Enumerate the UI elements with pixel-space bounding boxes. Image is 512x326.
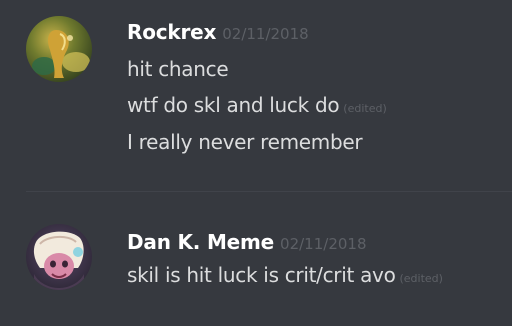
message-text: wtf do skl and luck do (edited) [127,93,387,117]
timestamp[interactable]: 02/11/2018 [222,25,308,43]
message-divider [26,191,512,192]
message-text: skil is hit luck is crit/crit avo (edited… [127,263,443,287]
username[interactable]: Dan K. Meme [127,230,274,254]
username[interactable]: Rockrex [127,20,216,44]
timestamp[interactable]: 02/11/2018 [280,235,366,253]
message-header: Dan K. Meme 02/11/2018 [127,230,367,254]
message-header: Rockrex 02/11/2018 [127,20,309,44]
edited-indicator: (edited) [399,272,443,285]
message-text: I really never remember [127,130,363,154]
message-content: skil is hit luck is crit/crit avo [127,263,396,287]
user-avatar-icon[interactable] [26,16,92,82]
user-avatar-icon[interactable] [26,224,92,290]
message-content: hit chance [127,57,229,81]
message-content: I really never remember [127,130,363,154]
message-text: hit chance [127,57,229,81]
edited-indicator: (edited) [343,102,387,115]
message-content: wtf do skl and luck do [127,93,340,117]
